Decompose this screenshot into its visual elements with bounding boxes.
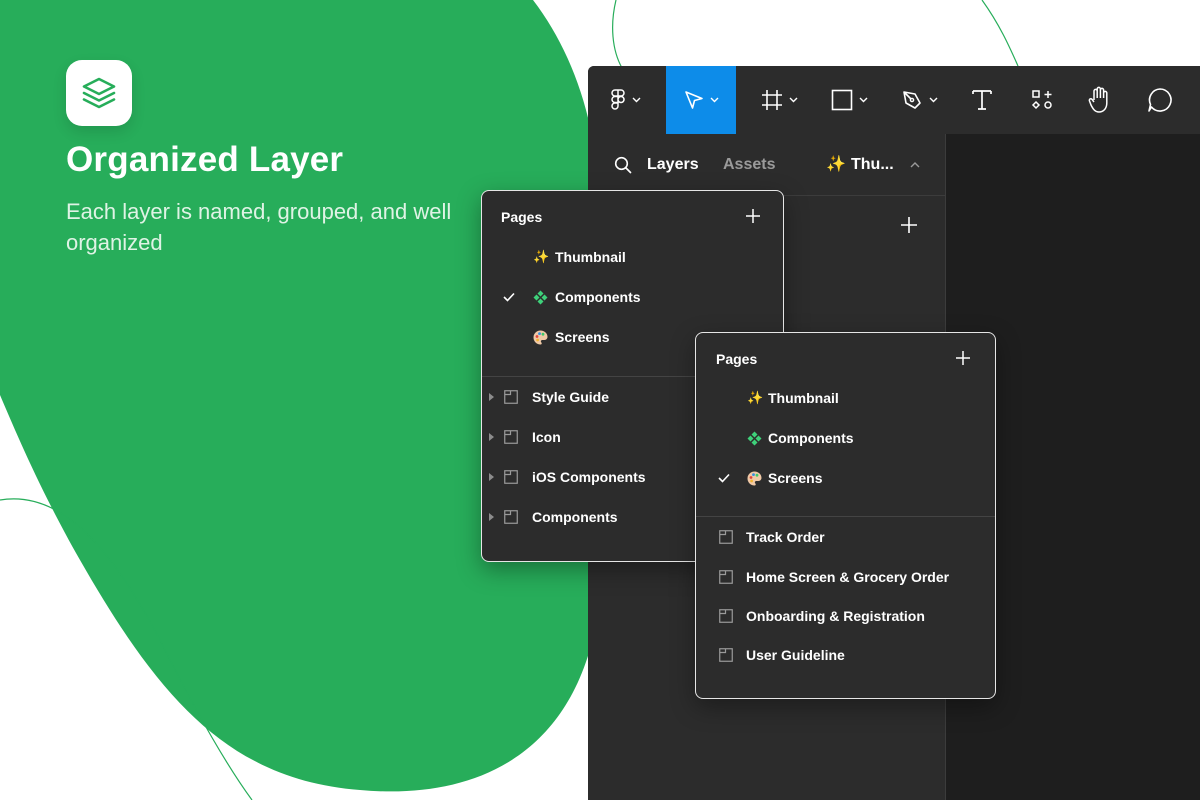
hero-subtitle: Each layer is named, grouped, and well o…	[66, 199, 452, 255]
move-pointer-icon	[684, 91, 703, 109]
frame-layer-icon	[504, 390, 518, 404]
page-label: Thumbnail	[768, 390, 839, 406]
layer-label: Style Guide	[532, 389, 610, 405]
layer-label: User Guideline	[746, 647, 845, 663]
frame-layer-icon	[504, 430, 518, 444]
rectangle-icon	[831, 89, 852, 111]
main-menu-button[interactable]	[600, 66, 650, 134]
page-item-components[interactable]: Components	[696, 418, 995, 458]
page-label: Screens	[555, 329, 610, 345]
tab-layers[interactable]: Layers	[647, 156, 699, 174]
pen-icon	[902, 91, 921, 109]
decor-curve-right	[981, 0, 1019, 67]
add-page-icon[interactable]	[745, 208, 761, 224]
chevron-down-icon	[632, 97, 640, 103]
chevron-down-icon	[929, 97, 937, 103]
layer-row-onboarding[interactable]: Onboarding & Registration	[696, 596, 995, 636]
caret-right-icon[interactable]	[489, 513, 497, 521]
layer-label: iOS Components	[532, 469, 646, 485]
tab-assets[interactable]: Assets	[723, 156, 775, 174]
page-label: Components	[555, 289, 641, 305]
sparkles-icon: ✨	[826, 156, 846, 173]
frame-layer-icon	[719, 530, 733, 544]
page-label: Components	[768, 430, 854, 446]
text-icon	[972, 90, 992, 110]
chevron-up-icon[interactable]	[910, 161, 920, 168]
search-icon[interactable]	[614, 156, 632, 174]
page-item-thumbnail[interactable]: ✨ Thumbnail	[482, 237, 783, 277]
chevron-down-icon	[859, 97, 867, 103]
frame-layer-icon	[719, 609, 733, 623]
layer-label: Icon	[532, 429, 561, 445]
add-page-icon[interactable]	[955, 350, 971, 366]
frame-layer-icon	[504, 470, 518, 484]
layer-row-home-screen[interactable]: Home Screen & Grocery Order	[696, 557, 995, 597]
layer-row-user-guideline[interactable]: User Guideline	[696, 635, 995, 675]
pages-title: Pages	[501, 209, 543, 225]
comment-button[interactable]	[1142, 66, 1178, 134]
frame-layer-icon	[719, 570, 733, 584]
caret-right-icon[interactable]	[489, 393, 497, 401]
hero-title: Organized Layer	[66, 140, 344, 179]
frame-tool-button[interactable]	[754, 66, 804, 134]
toolbar	[588, 66, 1200, 135]
layer-label: Components	[532, 509, 618, 525]
pen-tool-button[interactable]	[894, 66, 944, 134]
add-page-icon[interactable]	[900, 216, 918, 234]
pages-popup-screens: Pages ✨ Thumbnail Components Screens Tra…	[695, 332, 996, 699]
check-icon	[718, 473, 732, 483]
comment-icon	[1148, 88, 1172, 112]
check-icon	[503, 292, 517, 302]
caret-right-icon[interactable]	[489, 433, 497, 441]
page-label: Screens	[768, 470, 823, 486]
layer-label: Onboarding & Registration	[746, 608, 925, 624]
palette-icon	[533, 330, 548, 345]
resources-button[interactable]	[1024, 66, 1060, 134]
app-icon	[66, 60, 132, 126]
panel-tabs: Layers Assets ✨ Thu...	[588, 134, 945, 196]
layer-row-track-order[interactable]: Track Order	[696, 517, 995, 557]
sparkles-icon: ✨	[533, 249, 550, 264]
frame-layer-icon	[719, 648, 733, 662]
layer-label: Home Screen & Grocery Order	[746, 569, 950, 585]
resources-icon	[1031, 90, 1052, 110]
figma-menu-icon	[610, 89, 625, 110]
component-icon	[747, 431, 762, 446]
palette-icon	[747, 471, 762, 486]
pages-header: Pages	[482, 191, 783, 243]
caret-right-icon[interactable]	[489, 473, 497, 481]
chevron-down-icon	[789, 97, 797, 103]
layer-label: Track Order	[746, 529, 825, 545]
frame-layer-icon	[504, 510, 518, 524]
current-page-selector[interactable]: Thu...	[851, 156, 894, 174]
pages-title: Pages	[716, 351, 758, 367]
hand-icon	[1088, 86, 1108, 113]
page-label: Thumbnail	[555, 249, 626, 265]
shape-tool-button[interactable]	[824, 66, 874, 134]
frame-icon	[761, 90, 782, 110]
move-tool-button[interactable]	[666, 66, 736, 134]
page-item-screens[interactable]: Screens	[696, 458, 995, 498]
hand-tool-button[interactable]	[1082, 66, 1118, 134]
decor-curve-top	[612, 0, 623, 69]
text-tool-button[interactable]	[964, 66, 1000, 134]
page-item-components[interactable]: Components	[482, 277, 783, 317]
layers-icon	[82, 77, 116, 109]
sparkles-icon: ✨	[747, 390, 764, 405]
page-item-thumbnail[interactable]: ✨ Thumbnail	[696, 378, 995, 418]
component-icon	[533, 290, 548, 305]
chevron-down-icon	[710, 97, 718, 103]
